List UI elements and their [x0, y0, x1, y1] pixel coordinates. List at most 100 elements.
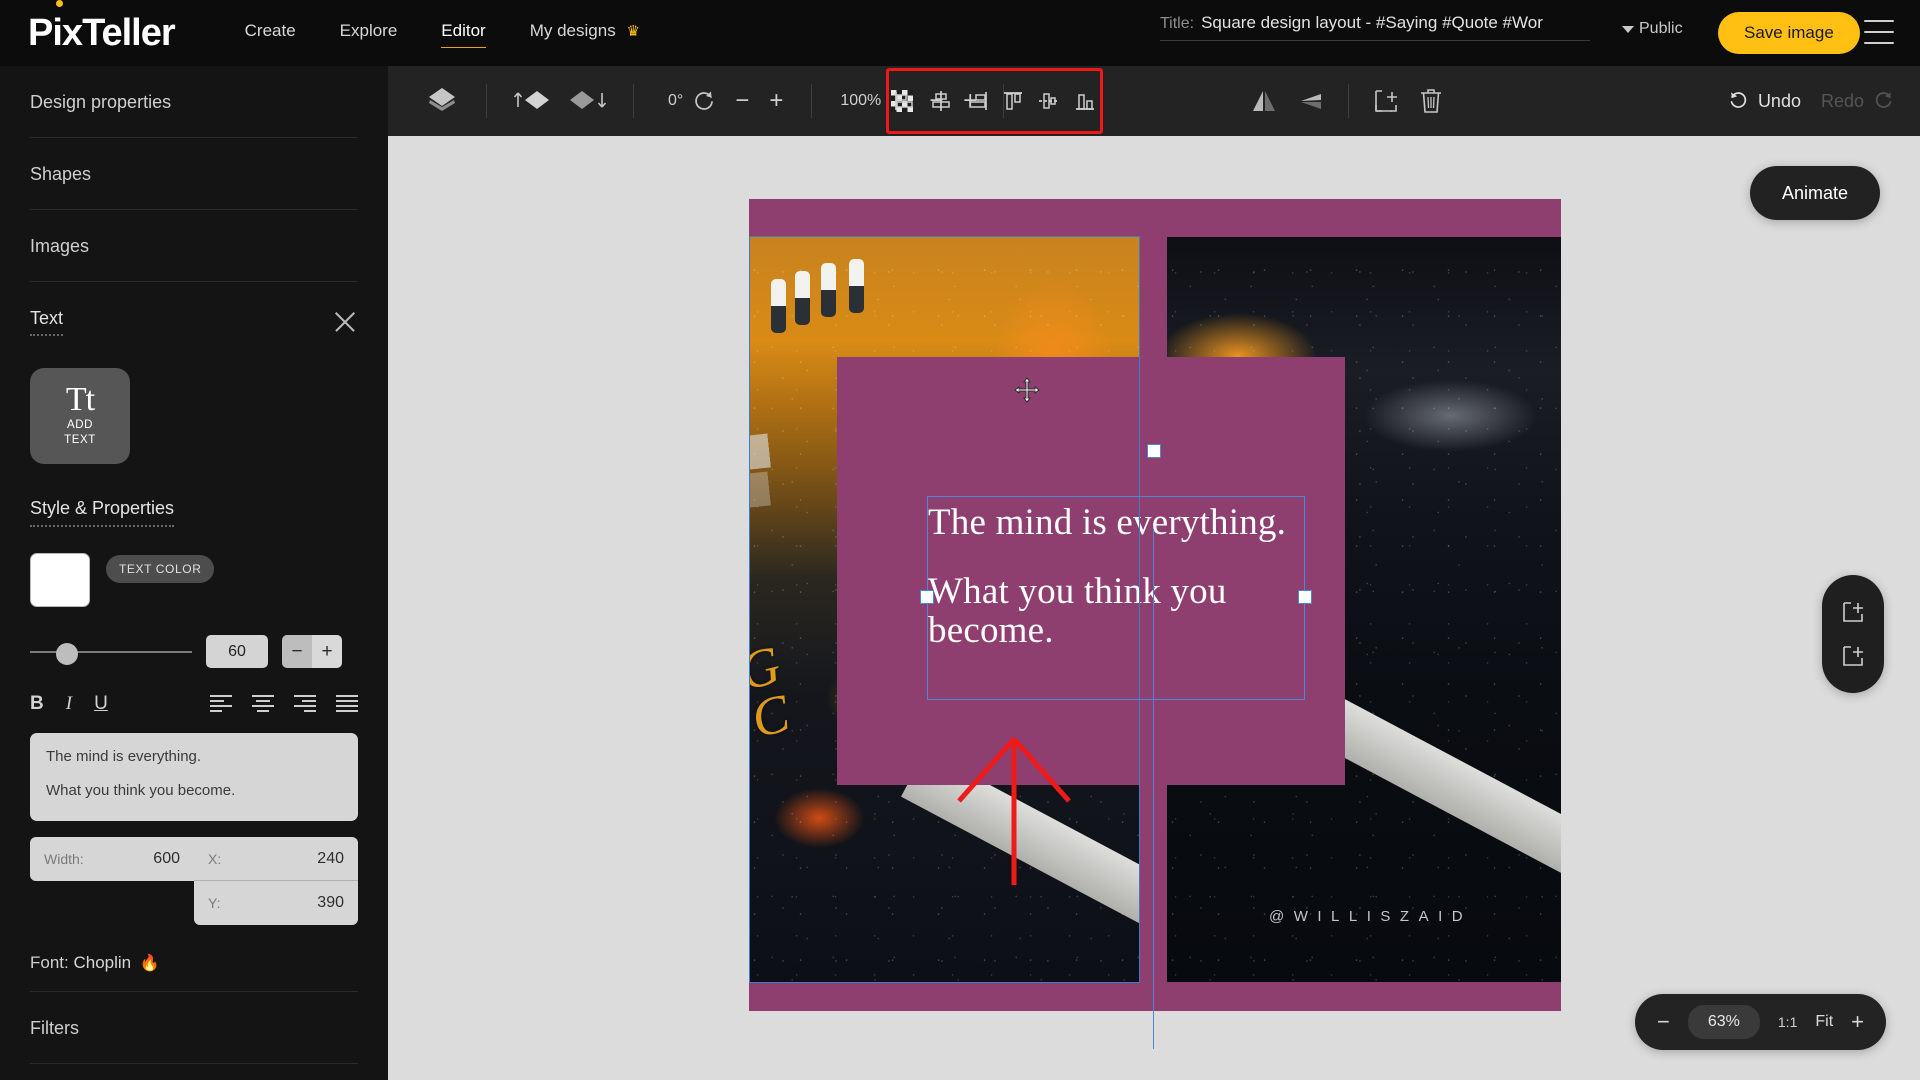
send-backward-button[interactable] — [563, 86, 609, 116]
font-size-input[interactable]: 60 — [206, 635, 268, 668]
duplicate-button[interactable] — [1371, 86, 1401, 116]
slider-knob[interactable] — [56, 642, 78, 665]
text-glyph-icon: Tt — [65, 380, 95, 418]
align-middle-vertical-icon[interactable] — [1037, 89, 1061, 113]
visibility-label: Public — [1639, 20, 1683, 37]
rotation-increase-button[interactable]: + — [769, 89, 783, 113]
resize-handle-right[interactable] — [1298, 590, 1312, 604]
sidebar-item-filters[interactable]: Filters — [30, 992, 358, 1064]
align-top-icon[interactable] — [1001, 89, 1025, 113]
zoom-level-value[interactable]: 63% — [1687, 1005, 1760, 1039]
position-fields: X: 240 Y: 390 — [194, 837, 358, 925]
rotation-value[interactable]: 0° — [668, 92, 683, 110]
text-align-justify-icon[interactable] — [336, 694, 358, 713]
sidebar-label-images: Images — [30, 236, 90, 256]
text-content-line2: What you think you become. — [46, 782, 236, 800]
flip-horizontal-icon — [1253, 91, 1276, 111]
resize-handle-top[interactable] — [1147, 444, 1161, 458]
sidebar-item-drawing[interactable]: Drawing — [30, 1064, 358, 1080]
nav-item-create[interactable]: Create — [245, 21, 296, 45]
font-selector[interactable]: Font: Choplin 🔥 — [30, 953, 358, 992]
redo-label: Redo — [1820, 90, 1864, 111]
zoom-out-button[interactable]: − — [1657, 1011, 1670, 1033]
save-image-button[interactable]: Save image — [1718, 12, 1860, 54]
zoom-controls: − 63% 1:1 Fit + — [1635, 994, 1886, 1050]
align-bottom-icon[interactable] — [1073, 89, 1097, 113]
hamburger-bar-3 — [1864, 42, 1894, 44]
rotate-icon — [695, 91, 714, 110]
align-left-icon[interactable] — [893, 89, 917, 113]
slider-track — [30, 650, 192, 653]
nav-item-explore[interactable]: Explore — [340, 21, 398, 45]
quote-line-1: The mind is everything. — [928, 502, 1287, 543]
design-title-value: Square design layout - #Saying #Quote #W… — [1201, 13, 1543, 32]
pedestrians — [771, 253, 921, 361]
nav-item-editor[interactable]: Editor — [441, 21, 487, 48]
align-right-icon[interactable] — [965, 89, 989, 113]
hamburger-menu-icon[interactable] — [1864, 20, 1894, 44]
trash-icon — [1421, 89, 1442, 113]
y-field[interactable]: Y: 390 — [194, 881, 358, 925]
sidebar-item-images[interactable]: Images — [30, 210, 358, 282]
main-nav: Create Explore Editor My designs ♛ — [245, 21, 640, 48]
flip-vertical-button[interactable] — [1294, 87, 1326, 115]
sidebar-item-text[interactable]: Text — [30, 282, 358, 342]
x-field[interactable]: X: 240 — [194, 837, 358, 881]
canvas-area[interactable]: GC @WILLISZAID The mind is everything. W… — [388, 136, 1920, 1080]
logo-text-part2: ix — [52, 0, 83, 54]
text-color-row: TEXT COLOR — [30, 553, 358, 607]
undo-label: Undo — [1757, 90, 1801, 111]
hamburger-bar-2 — [1864, 31, 1894, 33]
visibility-dropdown[interactable]: Public — [1622, 20, 1683, 38]
flip-horizontal-button[interactable] — [1248, 87, 1280, 115]
sidebar-item-design-properties[interactable]: Design properties — [30, 66, 358, 138]
text-align-center-icon[interactable] — [252, 694, 274, 713]
pixteller-logo[interactable]: Pix Teller — [28, 0, 176, 54]
sidebar-item-shapes[interactable]: Shapes — [30, 138, 358, 210]
text-color-swatch[interactable] — [30, 553, 90, 607]
resize-handle-left[interactable] — [920, 590, 934, 604]
width-field[interactable]: Width: 600 — [30, 837, 194, 881]
font-size-increase-button[interactable]: + — [312, 635, 342, 668]
rotate-button[interactable] — [691, 88, 717, 114]
zoom-actual-size-button[interactable]: 1:1 — [1778, 1014, 1797, 1030]
quote-text-object[interactable]: The mind is everything. What you think y… — [928, 503, 1306, 651]
rotation-decrease-button[interactable]: − — [735, 89, 749, 113]
text-align-left-icon[interactable] — [210, 694, 232, 713]
nav-item-my-designs[interactable]: My designs ♛ — [530, 21, 640, 45]
bring-forward-icon — [513, 91, 549, 109]
duplicate-page-icon[interactable] — [1838, 641, 1868, 671]
opacity-value[interactable]: 100% — [840, 92, 881, 110]
text-align-right-icon[interactable] — [294, 694, 316, 713]
font-size-decrease-button[interactable]: − — [282, 635, 312, 668]
undo-button[interactable]: Undo — [1728, 90, 1801, 112]
add-text-button[interactable]: Tt ADD TEXT — [30, 368, 130, 464]
zoom-fit-button[interactable]: Fit — [1815, 1013, 1833, 1031]
redo-icon — [1875, 92, 1892, 108]
geometry-fields: Width: 600 X: 240 Y: 390 — [30, 837, 358, 925]
animate-button[interactable]: Animate — [1749, 166, 1880, 220]
design-title-field[interactable]: Title: Square design layout - #Saying #Q… — [1160, 13, 1590, 41]
underline-button[interactable]: U — [94, 694, 108, 713]
align-center-horizontal-icon[interactable] — [929, 89, 953, 113]
annotation-red-arrow — [957, 737, 1071, 885]
delete-button[interactable] — [1417, 86, 1445, 116]
left-sidebar: Design properties Shapes Images Text Tt … — [0, 66, 388, 1080]
text-style-buttons: B I U — [30, 694, 108, 713]
bring-forward-button[interactable] — [511, 86, 557, 116]
italic-button[interactable]: I — [66, 694, 72, 713]
design-stage[interactable]: GC @WILLISZAID The mind is everything. W… — [749, 199, 1561, 1049]
layers-icon — [429, 88, 455, 111]
add-page-icon[interactable] — [1838, 597, 1868, 627]
layers-button[interactable] — [418, 77, 466, 125]
close-icon[interactable] — [332, 309, 358, 335]
nav-label-my-designs: My designs — [529, 21, 616, 40]
zoom-in-button[interactable]: + — [1851, 1011, 1864, 1033]
fire-icon: 🔥 — [139, 955, 160, 972]
bold-button[interactable]: B — [30, 694, 44, 713]
font-size-slider[interactable] — [30, 639, 192, 665]
page-actions-fab — [1822, 575, 1884, 693]
chevron-down-icon — [1622, 25, 1634, 33]
text-content-textarea[interactable]: The mind is everything. What you think y… — [30, 733, 358, 821]
logo-text-part3: Teller — [82, 12, 176, 54]
